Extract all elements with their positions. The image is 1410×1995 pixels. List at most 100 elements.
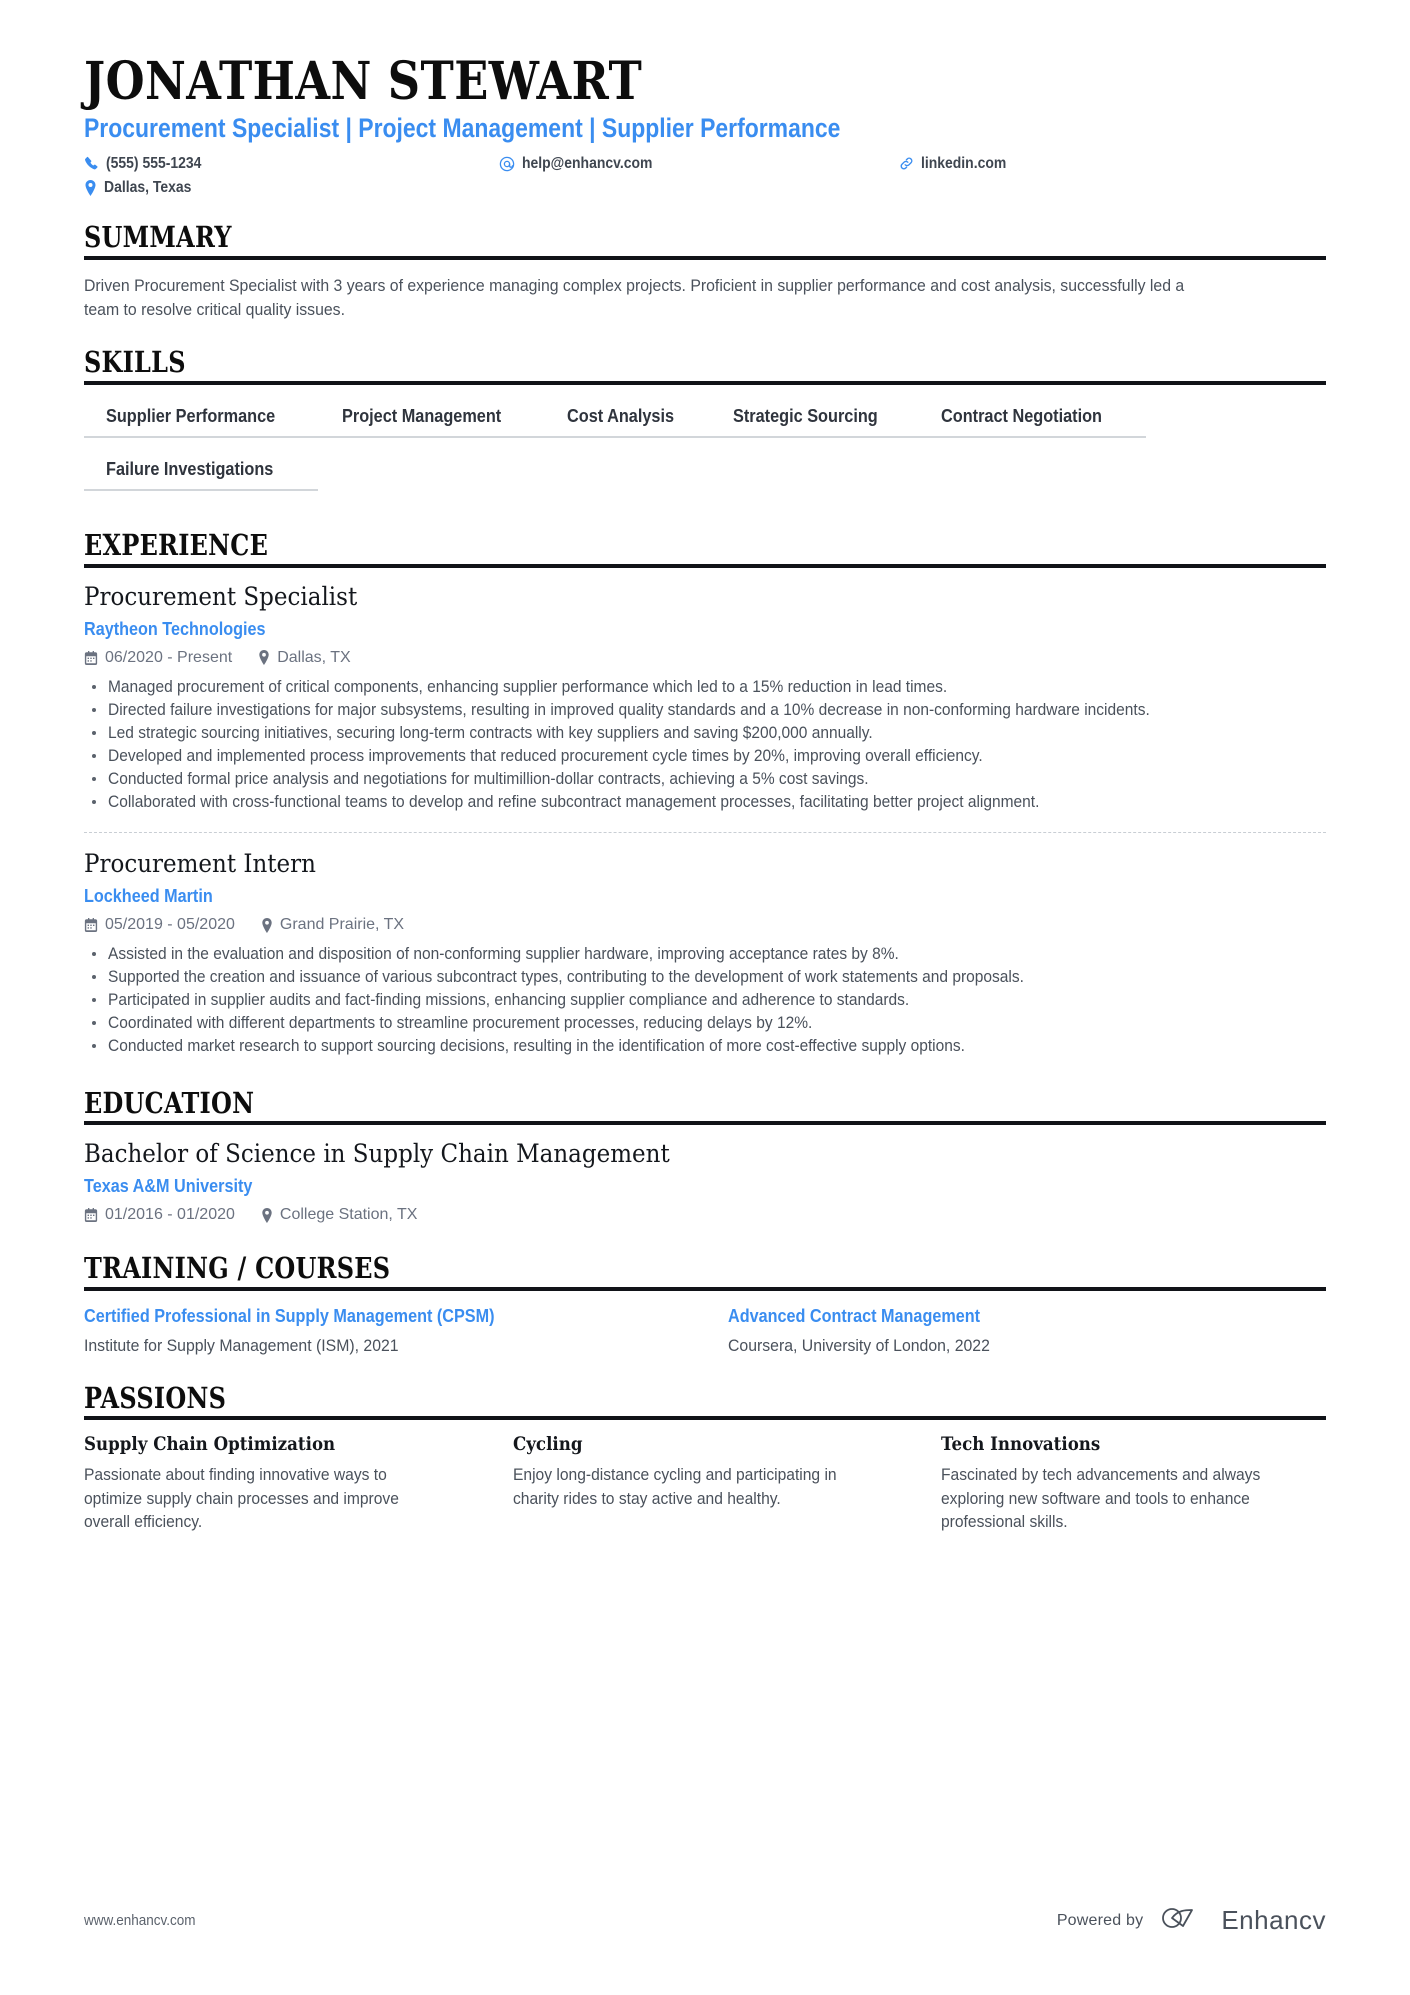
- candidate-name: JONATHAN STEWART: [84, 51, 643, 112]
- enhancv-brand: Enhancv: [1159, 1904, 1326, 1937]
- section-title-training: TRAINING / COURSES: [84, 1251, 391, 1286]
- job-title: Procurement Intern: [84, 849, 316, 879]
- skill-chip[interactable]: Cost Analysis: [545, 399, 711, 438]
- skill-label: Cost Analysis: [567, 404, 675, 426]
- job-bullet-text: Conducted formal price analysis and nego…: [108, 769, 869, 789]
- skills-list: Supplier Performance Project Management Co…: [84, 399, 1326, 505]
- skill-chip[interactable]: Supplier Performance: [84, 399, 321, 438]
- passion-text: Passionate about finding innovative ways…: [84, 1465, 399, 1531]
- passion-entry: Supply Chain Optimization Passionate abo…: [84, 1434, 469, 1533]
- education-list: Bachelor of Science in Supply Chain Mana…: [84, 1139, 1326, 1228]
- job-bullet: Managed procurement of critical componen…: [84, 676, 1299, 698]
- job-bullets: Assisted in the evaluation and dispositi…: [84, 943, 1326, 1057]
- education-location-text: College Station, TX: [279, 1206, 418, 1224]
- job-title: Procurement Specialist: [84, 581, 358, 611]
- experience-entry: Procurement Specialist Raytheon Technolo…: [84, 582, 1326, 818]
- job-dates-text: 06/2020 - Present: [105, 648, 233, 666]
- footer-url[interactable]: www.enhancv.com: [84, 1912, 196, 1929]
- education-entry: Bachelor of Science in Supply Chain Mana…: [84, 1139, 1326, 1228]
- calendar-icon: [84, 918, 98, 933]
- job-bullet-text: Conducted market research to support sou…: [108, 1036, 965, 1056]
- skill-chip[interactable]: Contract Negotiation: [919, 399, 1147, 438]
- contact-phone[interactable]: (555) 555-1234: [84, 155, 499, 173]
- course-title[interactable]: Advanced Contract Management: [728, 1305, 1266, 1328]
- passion-entry: Cycling Enjoy long-distance cycling and …: [513, 1434, 898, 1533]
- contact-email-text: help@enhancv.com: [522, 154, 653, 172]
- skill-label: Failure Investigations: [106, 457, 274, 479]
- link-icon: [899, 156, 914, 171]
- course-subtitle: Coursera, University of London, 2022: [728, 1336, 990, 1356]
- company-name[interactable]: Raytheon Technologies: [84, 619, 1202, 640]
- job-bullet: Directed failure investigations for majo…: [84, 699, 1299, 721]
- location-icon: [84, 179, 97, 196]
- section-title-passions: PASSIONS: [84, 1380, 227, 1415]
- passion-text: Enjoy long-distance cycling and particip…: [512, 1465, 837, 1508]
- job-bullet: Participated in supplier audits and fact…: [84, 989, 1299, 1011]
- section-divider: [84, 380, 1326, 385]
- course-entry: Certified Professional in Supply Managem…: [84, 1305, 682, 1357]
- section-title-education: EDUCATION: [84, 1085, 255, 1120]
- enhancv-brand-name: Enhancv: [1221, 1905, 1326, 1935]
- resume-page: JONATHAN STEWART Procurement Specialist …: [0, 0, 1410, 1995]
- location-icon: [261, 917, 273, 933]
- powered-by-label: Powered by: [1056, 1911, 1144, 1929]
- job-bullet-text: Directed failure investigations for majo…: [108, 699, 1150, 719]
- job-location-text: Dallas, TX: [277, 648, 351, 666]
- job-location-text: Grand Prairie, TX: [279, 916, 405, 934]
- job-location: Grand Prairie, TX: [261, 916, 404, 934]
- training-list: Certified Professional in Supply Managem…: [84, 1305, 1326, 1357]
- job-bullet-text: Participated in supplier audits and fact…: [108, 990, 910, 1010]
- calendar-icon: [84, 650, 98, 665]
- skill-chip[interactable]: Project Management: [320, 399, 546, 438]
- skill-label: Supplier Performance: [106, 404, 276, 426]
- section-divider: [84, 1121, 1326, 1126]
- skill-label: Strategic Sourcing: [732, 404, 878, 426]
- job-dates: 05/2019 - 05/2020: [84, 916, 235, 934]
- company-name[interactable]: Lockheed Martin: [84, 886, 1202, 907]
- passion-text: Fascinated by tech advancements and alwa…: [941, 1465, 1261, 1531]
- contact-list: (555) 555-1234 help@enhancv.com linkedin…: [84, 155, 1326, 197]
- section-divider: [84, 1416, 1326, 1421]
- section-summary: SUMMARY Driven Procurement Specialist wi…: [84, 222, 1326, 322]
- job-bullet: Conducted market research to support sou…: [84, 1035, 1299, 1057]
- passion-title: Supply Chain Optimization: [84, 1434, 336, 1456]
- job-bullet-text: Assisted in the evaluation and dispositi…: [108, 944, 899, 964]
- section-divider: [84, 1287, 1326, 1292]
- powered-by: Powered by Enhancv: [1057, 1904, 1326, 1937]
- job-bullet-text: Managed procurement of critical componen…: [108, 676, 948, 696]
- skill-label: Project Management: [342, 404, 502, 426]
- calendar-icon: [84, 1208, 98, 1223]
- section-title-experience: EXPERIENCE: [84, 527, 269, 562]
- job-bullet-text: Led strategic sourcing initiatives, secu…: [108, 722, 873, 742]
- contact-location: Dallas, Texas: [84, 179, 499, 197]
- skill-chip[interactable]: Strategic Sourcing: [710, 399, 920, 438]
- email-icon: [499, 156, 515, 172]
- section-training: TRAINING / COURSES Certified Professiona…: [84, 1254, 1326, 1357]
- job-bullet: Supported the creation and issuance of v…: [84, 966, 1299, 988]
- location-icon: [258, 650, 270, 666]
- passions-list: Supply Chain Optimization Passionate abo…: [84, 1434, 1326, 1533]
- school-name[interactable]: Texas A&M University: [84, 1176, 1202, 1197]
- job-bullet-text: Coordinated with different departments t…: [108, 1013, 813, 1033]
- section-experience: EXPERIENCE Procurement Specialist Raythe…: [84, 527, 1326, 1063]
- experience-entry: Procurement Intern Lockheed Martin 05/20…: [84, 832, 1326, 1062]
- job-bullet: Led strategic sourcing initiatives, secu…: [84, 722, 1299, 744]
- education-location: College Station, TX: [261, 1206, 418, 1224]
- job-dates-text: 05/2019 - 05/2020: [105, 916, 235, 934]
- job-bullet-text: Developed and implemented process improv…: [108, 746, 983, 766]
- job-bullet-text: Collaborated with cross-functional teams…: [108, 792, 1040, 812]
- candidate-headline: Procurement Specialist | Project Managem…: [84, 113, 841, 144]
- section-divider: [84, 255, 1326, 260]
- section-education: EDUCATION Bachelor of Science in Supply …: [84, 1085, 1326, 1229]
- section-passions: PASSIONS Supply Chain Optimization Passi…: [84, 1380, 1326, 1533]
- course-title[interactable]: Certified Professional in Supply Managem…: [84, 1305, 622, 1328]
- job-meta: 05/2019 - 05/2020 Grand Prairie, TX: [84, 916, 1326, 934]
- contact-email[interactable]: help@enhancv.com: [499, 155, 899, 173]
- page-footer: www.enhancv.com Powered by Enhancv: [84, 1904, 1326, 1937]
- job-bullet: Conducted formal price analysis and nego…: [84, 768, 1299, 790]
- contact-linkedin[interactable]: linkedin.com: [899, 155, 1326, 173]
- skill-chip[interactable]: Failure Investigations: [84, 452, 319, 491]
- course-entry: Advanced Contract Management Coursera, U…: [728, 1305, 1326, 1357]
- job-bullets: Managed procurement of critical componen…: [84, 676, 1326, 813]
- section-divider: [84, 563, 1326, 568]
